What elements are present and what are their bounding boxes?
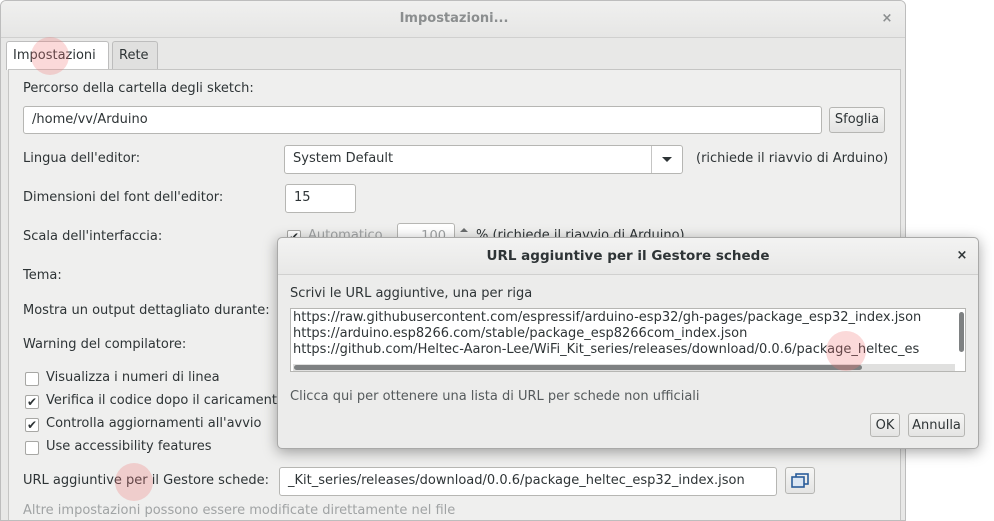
tab-rete[interactable]: Rete <box>112 41 158 69</box>
dialog-instruction: Scrivi le URL aggiuntive, una per riga <box>290 286 533 301</box>
unofficial-boards-link[interactable]: Clicca qui per ottenere una lista di URL… <box>290 389 700 404</box>
window-title: Impostazioni... <box>399 11 509 26</box>
vertical-scrollbar-thumb[interactable] <box>959 312 964 352</box>
click-highlight <box>115 463 153 501</box>
footer-note: Altre impostazioni possono essere modifi… <box>23 503 456 518</box>
editor-language-select[interactable]: System Default <box>284 145 683 174</box>
line-numbers-checkbox[interactable] <box>25 372 39 386</box>
verify-upload-label: Verifica il codice dopo il caricamento <box>46 393 285 408</box>
accessibility-label: Use accessibility features <box>46 439 212 454</box>
sketchbook-path-input[interactable]: /home/vv/Arduino <box>23 106 822 134</box>
browse-button[interactable]: Sfoglia <box>829 107 885 133</box>
interface-scale-label: Scala dell'interfaccia: <box>23 229 163 244</box>
close-button[interactable]: × <box>877 10 897 28</box>
check-updates-label: Controlla aggiornamenti all'avvio <box>46 416 262 431</box>
url-line: https://raw.githubusercontent.com/espres… <box>293 310 922 325</box>
dialog-close-button[interactable]: × <box>952 247 972 265</box>
font-size-label: Dimensioni del font dell'editor: <box>23 190 224 205</box>
line-numbers-label: Visualizza i numeri di linea <box>46 370 220 385</box>
theme-label: Tema: <box>23 268 62 283</box>
accessibility-checkbox[interactable] <box>25 441 39 455</box>
click-highlight <box>826 331 866 371</box>
sketchbook-label: Percorso della cartella degli sketch: <box>23 81 254 96</box>
check-updates-checkbox[interactable]: ✔ <box>25 418 39 432</box>
horizontal-scrollbar-thumb[interactable] <box>294 365 862 370</box>
click-highlight <box>31 37 69 75</box>
urls-textarea[interactable]: https://raw.githubusercontent.com/espres… <box>290 308 966 372</box>
window-list-icon[interactable] <box>785 467 815 494</box>
dialog-title: URL aggiuntive per il Gestore schede <box>486 248 770 264</box>
chevron-down-icon[interactable] <box>651 146 682 173</box>
board-urls-input[interactable]: _Kit_series/releases/download/0.0.6/pack… <box>279 467 777 496</box>
board-urls-dialog: URL aggiuntive per il Gestore schede × S… <box>277 237 979 449</box>
font-size-input[interactable]: 15 <box>285 184 356 213</box>
compiler-warnings-label: Warning del compilatore: <box>23 337 187 352</box>
editor-language-value: System Default <box>293 151 394 166</box>
chevron-up-icon[interactable] <box>456 223 472 236</box>
editor-language-note: (richiede il riavvio di Arduino) <box>696 151 889 166</box>
cancel-button[interactable]: Annulla <box>908 413 965 437</box>
ok-button[interactable]: OK <box>870 413 900 437</box>
verbose-output-label: Mostra un output dettagliato durante: <box>23 303 270 318</box>
url-line: https://arduino.esp8266.com/stable/packa… <box>293 326 748 341</box>
editor-language-label: Lingua dell'editor: <box>23 151 141 166</box>
verify-upload-checkbox[interactable]: ✔ <box>25 395 39 409</box>
